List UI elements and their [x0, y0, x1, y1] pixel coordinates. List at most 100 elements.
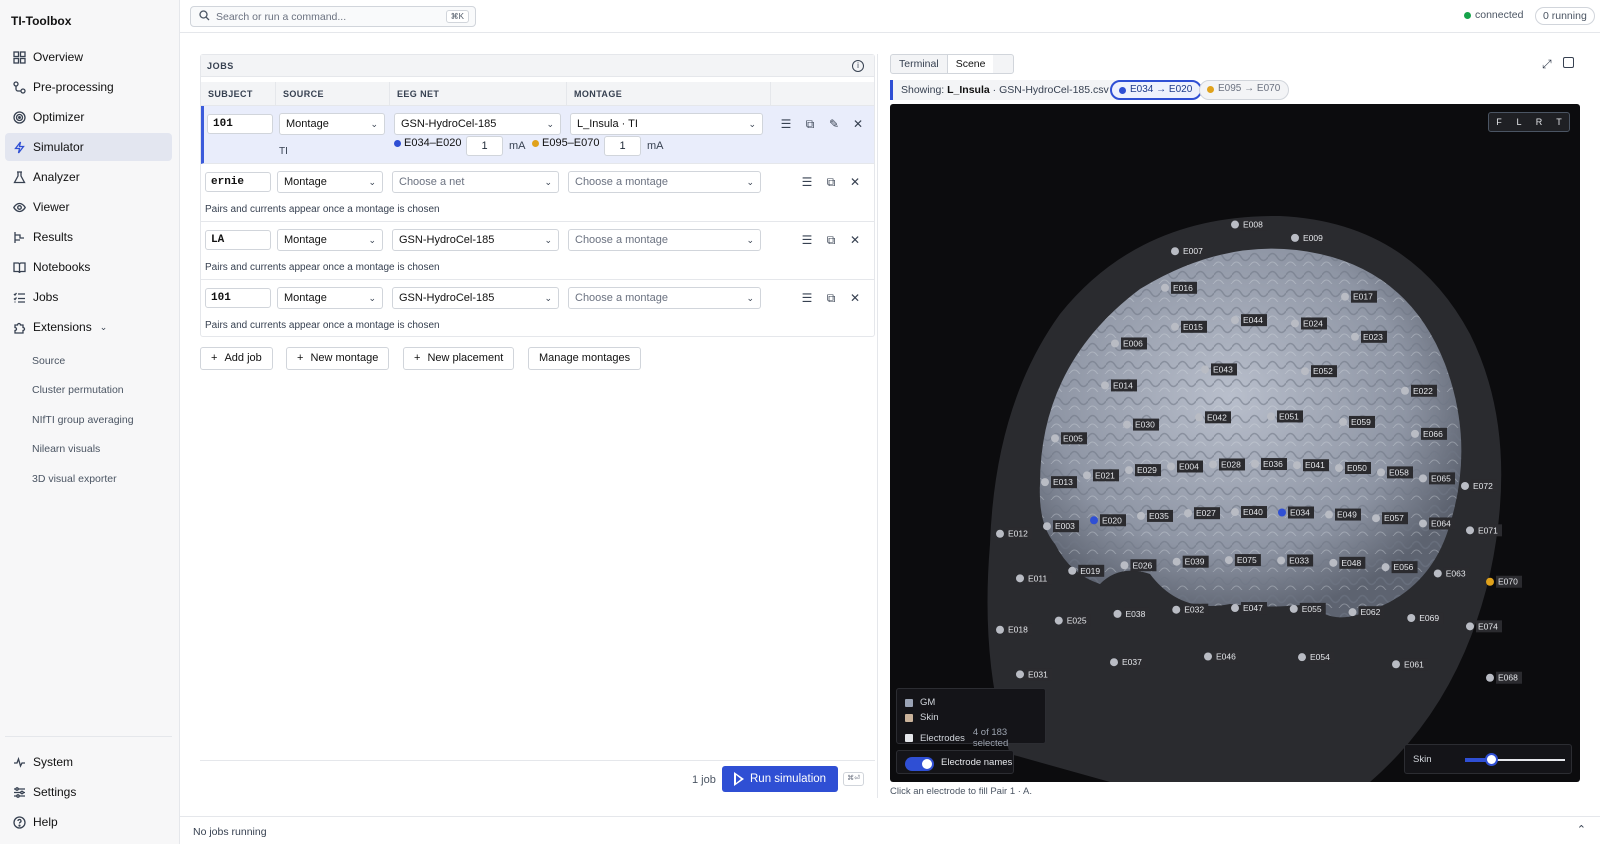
electrode-dot[interactable]	[1466, 526, 1474, 535]
extension-nilearn-visuals[interactable]: Nilearn visuals	[32, 443, 100, 455]
electrode-dot[interactable]	[1204, 652, 1212, 661]
electrode-dot[interactable]	[1291, 233, 1299, 242]
legend-gm[interactable]: GM	[905, 697, 935, 708]
electrode-dot[interactable]	[1401, 386, 1409, 395]
electrode-dot[interactable]	[1224, 556, 1233, 565]
options-icon[interactable]: ☰	[799, 174, 815, 190]
electrode-dot[interactable]	[1043, 522, 1051, 531]
legend-skin[interactable]: Skin	[905, 712, 938, 723]
eeg-net-select[interactable]: GSN-HydroCel-185 ⌄	[392, 229, 559, 251]
electrode-dot[interactable]	[1419, 474, 1427, 483]
electrode-dot[interactable]	[1298, 653, 1306, 662]
electrode-dot[interactable]	[1377, 468, 1385, 477]
electrode-dot[interactable]	[1231, 220, 1239, 229]
electrode-dot[interactable]	[1486, 673, 1494, 682]
sidebar-item-help[interactable]: Help	[5, 808, 172, 836]
chevron-up-icon[interactable]: ⌃	[1577, 823, 1586, 836]
electrode-dot[interactable]	[1041, 478, 1049, 487]
pair-1-current-input[interactable]: 1	[466, 136, 503, 156]
electrode-dot[interactable]	[1466, 622, 1474, 631]
electrode-dot[interactable]	[1171, 322, 1179, 331]
electrode-dot[interactable]	[1339, 417, 1347, 426]
electrode-dot[interactable]	[1016, 670, 1024, 679]
sidebar-item-system[interactable]: System	[5, 748, 172, 776]
electrode-dot[interactable]	[1090, 516, 1098, 525]
electrode-dot[interactable]	[996, 625, 1004, 634]
electrode-dot[interactable]	[1231, 316, 1239, 325]
electrode-dot[interactable]	[996, 529, 1004, 538]
electrode-dot[interactable]	[1293, 461, 1301, 470]
eeg-net-select[interactable]: GSN-HydroCel-185 ⌄	[392, 287, 559, 309]
electrode-dot[interactable]	[1113, 609, 1122, 618]
view-left-button[interactable]: L	[1509, 113, 1529, 131]
electrode-dot[interactable]	[1161, 283, 1169, 292]
electrode-dot[interactable]	[1301, 367, 1309, 376]
electrode-dot[interactable]	[1054, 616, 1063, 625]
electrode-dot[interactable]	[1407, 614, 1416, 623]
edit-icon[interactable]: ✎	[826, 116, 842, 132]
duplicate-icon[interactable]: ⧉	[823, 232, 839, 248]
close-icon[interactable]: ✕	[850, 116, 866, 132]
options-icon[interactable]: ☰	[778, 116, 794, 132]
source-select[interactable]: Montage ⌄	[277, 229, 383, 251]
electrode-dot[interactable]	[1184, 509, 1192, 518]
extension-3d-visual-exporter[interactable]: 3D visual exporter	[32, 473, 117, 485]
electrode-dot[interactable]	[1137, 511, 1145, 520]
electrode-dot[interactable]	[1051, 434, 1059, 443]
subject-input[interactable]: LA	[205, 230, 271, 250]
electrode-names-toggle[interactable]: Electrode names	[896, 750, 1014, 774]
electrode-dot[interactable]	[1111, 339, 1119, 348]
eeg-net-select[interactable]: GSN-HydroCel-185 ⌄	[394, 113, 561, 135]
electrode-dot[interactable]	[1231, 604, 1239, 613]
job-row[interactable]: ernie Montage ⌄ Choose a net ⌄ Choose a mo…	[201, 164, 874, 222]
running-badge[interactable]: 0 running	[1535, 7, 1595, 25]
electrode-dot[interactable]	[1125, 466, 1133, 475]
extension-nifti-group-averaging[interactable]: NIfTI group averaging	[32, 414, 134, 426]
duplicate-icon[interactable]: ⧉	[802, 116, 818, 132]
legend-electrodes[interactable]: Electrodes 4 of 183 selected	[905, 727, 1045, 749]
electrode-dot[interactable]	[1278, 508, 1286, 517]
electrode-dot[interactable]	[1120, 561, 1129, 570]
electrode-dot[interactable]	[1335, 464, 1343, 473]
electrode-dot[interactable]	[1351, 332, 1359, 341]
electrode-dot[interactable]	[1110, 658, 1118, 667]
sidebar-item-viewer[interactable]: Viewer	[5, 193, 172, 221]
pair-2-current-input[interactable]: 1	[604, 136, 641, 156]
montage-select[interactable]: Choose a montage ⌄	[568, 171, 761, 193]
electrode-dot[interactable]	[1083, 471, 1091, 480]
electrode-dot[interactable]	[1411, 429, 1419, 438]
montage-select[interactable]: Choose a montage ⌄	[568, 229, 761, 251]
panel-splitter[interactable]	[877, 54, 878, 798]
sidebar-item-optimizer[interactable]: Optimizer	[5, 103, 172, 131]
close-icon[interactable]: ✕	[847, 290, 863, 306]
electrode-dot[interactable]	[1325, 510, 1333, 519]
electrode-dot[interactable]	[1267, 412, 1275, 421]
add-job-button[interactable]: + Add job	[200, 347, 273, 370]
electrode-dot[interactable]	[1209, 460, 1217, 469]
electrode-dot[interactable]	[1419, 519, 1427, 528]
electrode-dot[interactable]	[1291, 319, 1299, 328]
options-icon[interactable]: ☰	[799, 290, 815, 306]
job-row[interactable]: LA Montage ⌄ GSN-HydroCel-185 ⌄ Choose a m…	[201, 222, 874, 280]
slider-thumb[interactable]	[1485, 753, 1498, 766]
info-icon[interactable]: i	[852, 60, 864, 72]
pair-chip-1[interactable]: E034 → E020	[1110, 80, 1203, 100]
pair-chip-2[interactable]: E095 → E070	[1199, 80, 1290, 100]
panel-toggle-icon[interactable]	[1563, 57, 1574, 68]
sidebar-item-simulator[interactable]: Simulator	[5, 133, 172, 161]
new-placement-button[interactable]: + New placement	[403, 347, 515, 370]
electrode-dot[interactable]	[1289, 604, 1298, 613]
source-select[interactable]: Montage ⌄	[277, 171, 383, 193]
subject-input[interactable]: 101	[207, 114, 273, 134]
sidebar-item-notebooks[interactable]: Notebooks	[5, 253, 172, 281]
view-top-button[interactable]: T	[1549, 113, 1569, 131]
sidebar-item-jobs[interactable]: Jobs	[5, 283, 172, 311]
sidebar-item-pre-processing[interactable]: Pre-processing	[5, 73, 172, 101]
source-select[interactable]: Montage ⌄	[279, 113, 385, 135]
electrode-dot[interactable]	[1461, 481, 1469, 490]
close-icon[interactable]: ✕	[847, 174, 863, 190]
command-search[interactable]: Search or run a command... ⌘K	[190, 6, 476, 27]
electrode-dot[interactable]	[1486, 577, 1494, 586]
sidebar-item-overview[interactable]: Overview	[5, 43, 172, 71]
electrode-dot[interactable]	[1068, 566, 1077, 575]
